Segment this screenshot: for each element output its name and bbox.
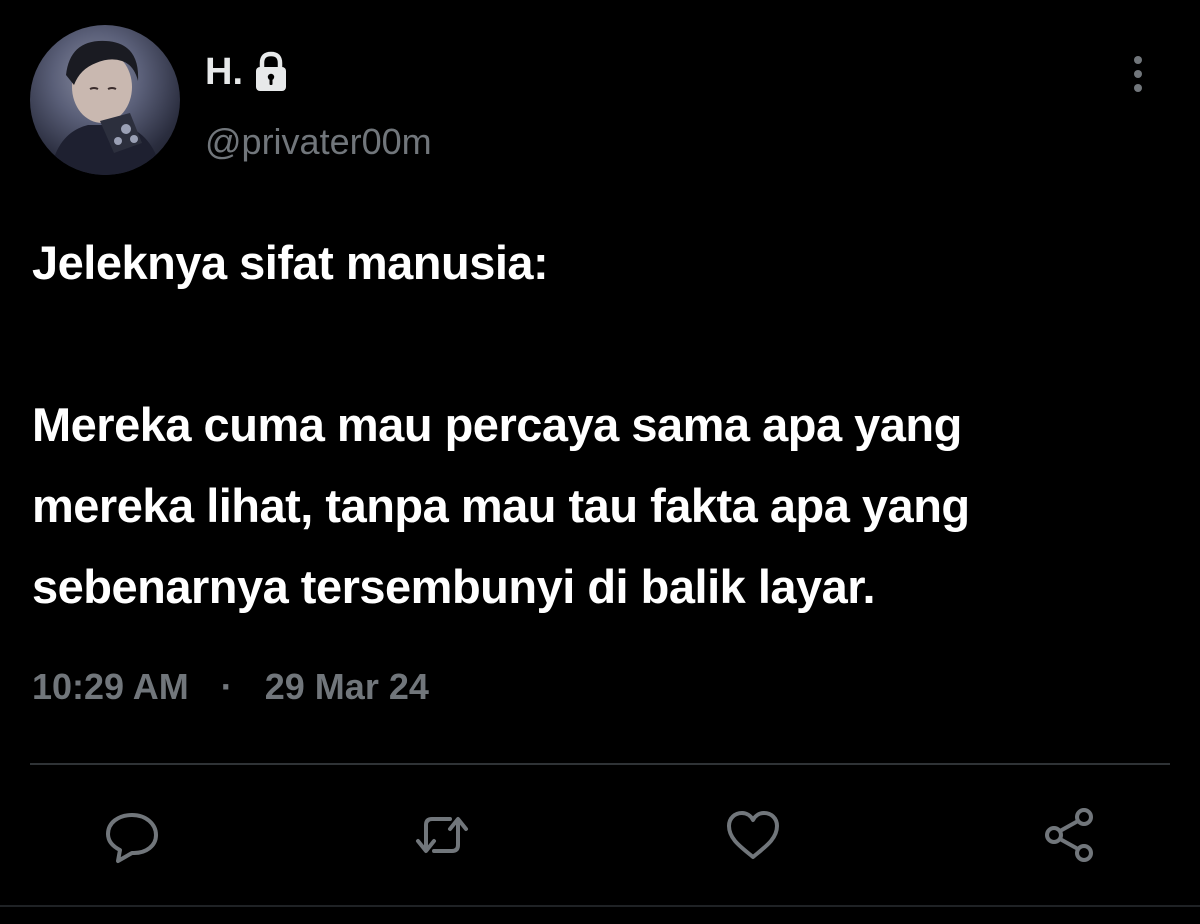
reply-icon[interactable]: [102, 805, 162, 865]
retweet-icon[interactable]: [412, 805, 472, 865]
meta-separator: ·: [220, 666, 233, 707]
tweet-time[interactable]: 10:29 AM: [32, 666, 189, 707]
tweet-text: Jeleknya sifat manusia: Mereka cuma mau …: [32, 236, 970, 613]
tweet-date[interactable]: 29 Mar 24: [265, 666, 429, 707]
avatar[interactable]: [30, 25, 180, 175]
lock-icon: [251, 50, 291, 94]
display-name-text: H.: [205, 51, 243, 93]
bottom-divider: [0, 905, 1200, 907]
user-handle[interactable]: @privater00m: [205, 120, 432, 164]
like-icon[interactable]: [723, 805, 783, 865]
profile-photo-icon: [50, 40, 162, 175]
divider: [30, 763, 1170, 765]
more-options-icon[interactable]: [1118, 50, 1158, 100]
tweet-card: H. @privater00m Jeleknya sifat manusia: …: [0, 0, 1200, 924]
display-name[interactable]: H.: [205, 50, 291, 94]
tweet-metadata: 10:29 AM · 29 Mar 24: [32, 665, 429, 709]
share-icon[interactable]: [1040, 805, 1100, 865]
